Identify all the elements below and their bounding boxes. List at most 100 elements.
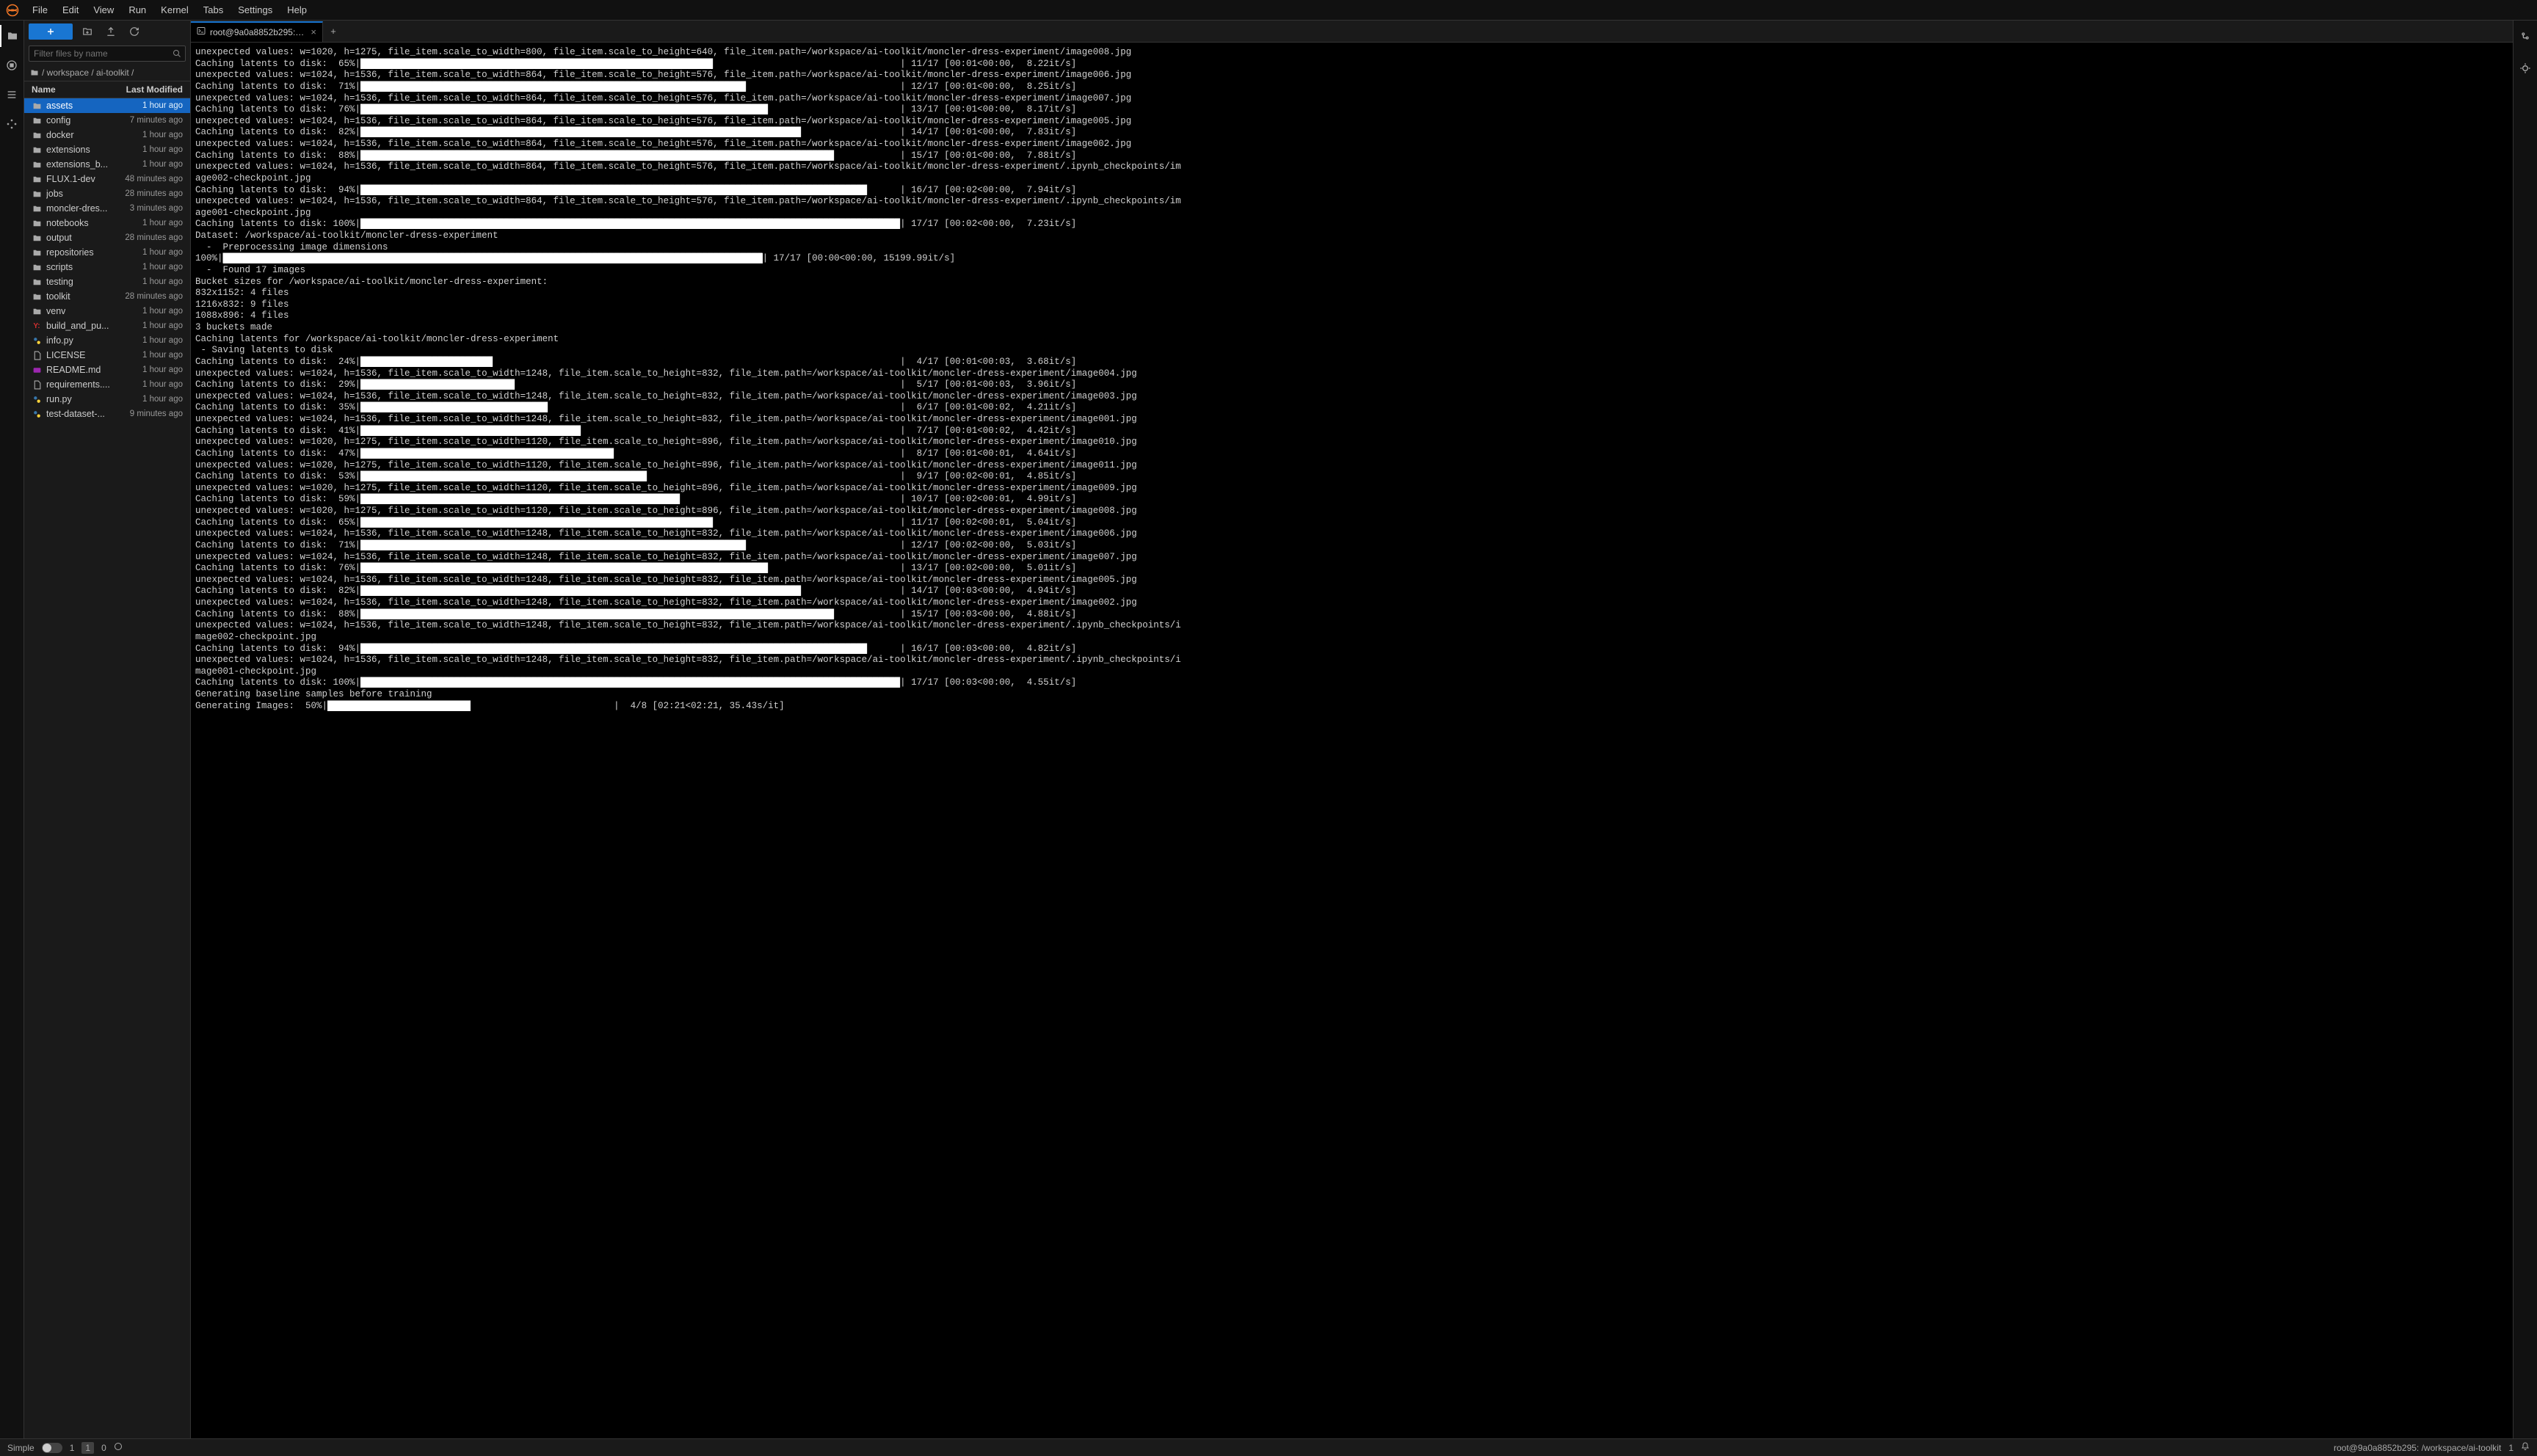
- file-row[interactable]: notebooks1 hour ago: [24, 216, 190, 230]
- new-launcher-button[interactable]: [29, 23, 73, 40]
- extensions-icon[interactable]: [0, 113, 24, 135]
- folder-icon: [30, 68, 39, 77]
- file-row[interactable]: venv1 hour ago: [24, 304, 190, 318]
- folder-icon: [32, 306, 42, 316]
- upload-icon[interactable]: [102, 23, 120, 40]
- file-time: 1 hour ago: [142, 365, 183, 374]
- add-tab-button[interactable]: +: [323, 26, 344, 37]
- file-name: LICENSE: [46, 350, 86, 360]
- file-row[interactable]: README.md1 hour ago: [24, 363, 190, 377]
- folder-icon[interactable]: [0, 25, 24, 47]
- file-row[interactable]: FLUX.1-dev48 minutes ago: [24, 172, 190, 186]
- status-terminals-count: 1: [70, 1443, 75, 1453]
- file-row[interactable]: Y:build_and_pu...1 hour ago: [24, 318, 190, 333]
- file-browser-toolbar: [24, 21, 190, 43]
- file-time: 1 hour ago: [142, 131, 183, 139]
- folder-icon: [32, 262, 42, 272]
- file-row[interactable]: info.py1 hour ago: [24, 333, 190, 348]
- file-row[interactable]: test-dataset-...9 minutes ago: [24, 407, 190, 421]
- menu-help[interactable]: Help: [280, 1, 314, 18]
- running-icon[interactable]: [0, 54, 24, 76]
- header-modified: Last Modified: [126, 84, 183, 95]
- file-row[interactable]: docker1 hour ago: [24, 128, 190, 142]
- property-inspector-icon[interactable]: [2514, 25, 2537, 47]
- file-time: 1 hour ago: [142, 248, 183, 257]
- folder-icon: [32, 174, 42, 184]
- txt-icon: [32, 350, 42, 360]
- menu-file[interactable]: File: [25, 1, 55, 18]
- folder-icon: [32, 101, 42, 111]
- file-row[interactable]: requirements.... 1 hour ago: [24, 377, 190, 392]
- main-content: root@9a0a8852b295: /wor × + unexpected v…: [191, 21, 2513, 1438]
- tabbar: root@9a0a8852b295: /wor × +: [191, 21, 2513, 43]
- file-name: output: [46, 233, 72, 243]
- toc-icon[interactable]: [0, 84, 24, 106]
- file-list: assets1 hour ago config 7 minutes ago docke…: [24, 98, 190, 1438]
- file-list-header[interactable]: Name Last Modified: [24, 81, 190, 98]
- md-icon: [32, 365, 42, 375]
- folder-icon: [32, 291, 42, 302]
- simple-mode-label: Simple: [7, 1443, 35, 1453]
- menu-edit[interactable]: Edit: [55, 1, 86, 18]
- simple-toggle[interactable]: [42, 1443, 62, 1453]
- file-row[interactable]: toolkit28 minutes ago: [24, 289, 190, 304]
- folder-icon: [32, 130, 42, 140]
- folder-icon: [32, 189, 42, 199]
- file-time: 1 hour ago: [142, 336, 183, 345]
- filter-input[interactable]: [29, 46, 186, 62]
- file-name: moncler-dres...: [46, 203, 107, 214]
- new-folder-icon[interactable]: [79, 23, 96, 40]
- file-row[interactable]: run.py1 hour ago: [24, 392, 190, 407]
- tab-terminal[interactable]: root@9a0a8852b295: /wor ×: [191, 21, 323, 42]
- file-name: test-dataset-...: [46, 409, 105, 419]
- file-row[interactable]: config 7 minutes ago: [24, 113, 190, 128]
- header-name: Name: [32, 84, 56, 95]
- close-icon[interactable]: ×: [311, 26, 316, 37]
- file-time: 1 hour ago: [142, 380, 183, 389]
- file-time: 3 minutes ago: [130, 204, 183, 213]
- refresh-icon[interactable]: [126, 23, 143, 40]
- file-row[interactable]: output28 minutes ago: [24, 230, 190, 245]
- right-activity-bar: [2513, 21, 2537, 1438]
- file-row[interactable]: testing1 hour ago: [24, 274, 190, 289]
- bell-icon[interactable]: [2521, 1442, 2530, 1453]
- file-time: 1 hour ago: [142, 219, 183, 228]
- file-time: 28 minutes ago: [125, 292, 183, 301]
- menu-view[interactable]: View: [86, 1, 121, 18]
- py-icon: [32, 394, 42, 404]
- file-row[interactable]: moncler-dres... 3 minutes ago: [24, 201, 190, 216]
- file-row[interactable]: scripts1 hour ago: [24, 260, 190, 274]
- status-right-num: 1: [2508, 1443, 2514, 1453]
- file-row[interactable]: jobs28 minutes ago: [24, 186, 190, 201]
- breadcrumb[interactable]: / workspace / ai-toolkit /: [24, 65, 190, 81]
- file-name: venv: [46, 306, 65, 316]
- folder-icon: [32, 277, 42, 287]
- menu-run[interactable]: Run: [121, 1, 153, 18]
- file-row[interactable]: assets1 hour ago: [24, 98, 190, 113]
- file-time: 7 minutes ago: [130, 116, 183, 125]
- terminal-icon: [197, 26, 206, 37]
- file-name: FLUX.1-dev: [46, 174, 95, 184]
- menu-kernel[interactable]: Kernel: [153, 1, 196, 18]
- file-row[interactable]: repositories 1 hour ago: [24, 245, 190, 260]
- file-row[interactable]: LICENSE1 hour ago: [24, 348, 190, 363]
- folder-icon: [32, 218, 42, 228]
- folder-icon: [32, 145, 42, 155]
- file-time: 1 hour ago: [142, 263, 183, 272]
- file-name: extensions: [46, 145, 90, 155]
- file-name: config: [46, 115, 70, 125]
- file-name: requirements....: [46, 379, 110, 390]
- txt-icon: [32, 379, 42, 390]
- file-name: repositories: [46, 247, 94, 258]
- menu-tabs[interactable]: Tabs: [196, 1, 231, 18]
- search-icon: [173, 49, 181, 60]
- terminal-output[interactable]: unexpected values: w=1020, h=1275, file_…: [191, 43, 2513, 1438]
- folder-icon: [32, 159, 42, 170]
- yaml-icon: Y:: [32, 321, 42, 331]
- file-row[interactable]: extensions_b...1 hour ago: [24, 157, 190, 172]
- file-time: 1 hour ago: [142, 395, 183, 404]
- file-name: testing: [46, 277, 73, 287]
- menu-settings[interactable]: Settings: [231, 1, 280, 18]
- debugger-icon[interactable]: [2514, 57, 2537, 79]
- file-row[interactable]: extensions1 hour ago: [24, 142, 190, 157]
